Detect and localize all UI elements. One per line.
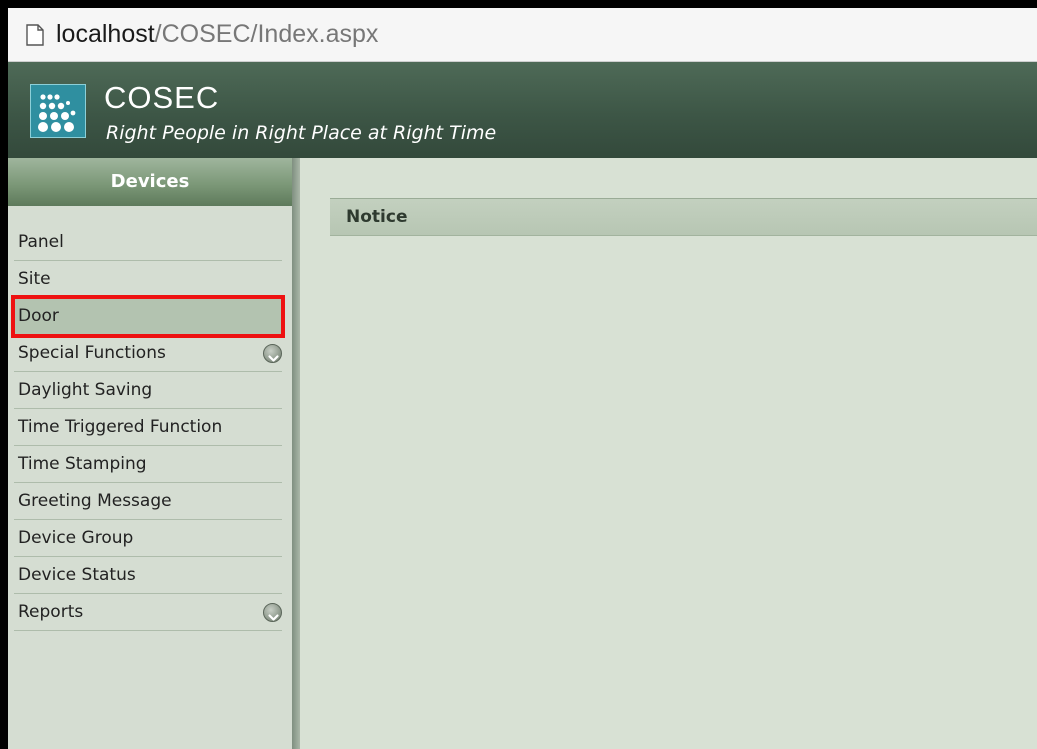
- sidebar-item-daylight-saving[interactable]: Daylight Saving: [14, 372, 282, 409]
- sidebar-item-time-stamping[interactable]: Time Stamping: [14, 446, 282, 483]
- sidebar-item-label: Device Status: [18, 565, 136, 585]
- sidebar-item-label: Time Stamping: [18, 454, 147, 474]
- chevron-down-icon[interactable]: [263, 603, 282, 622]
- sidebar-item-time-triggered-function[interactable]: Time Triggered Function: [14, 409, 282, 446]
- sidebar-item-label: Reports: [18, 602, 84, 622]
- sidebar-item-panel[interactable]: Panel: [14, 224, 282, 261]
- sidebar-nav: Panel Site Door Special Functions Daylig…: [8, 224, 292, 631]
- main-content: Notice: [300, 158, 1037, 749]
- sidebar-item-label: Device Group: [18, 528, 134, 548]
- sidebar-splitter[interactable]: [292, 158, 300, 749]
- dots-logo-icon: [30, 84, 86, 138]
- notice-header: Notice: [330, 198, 1037, 236]
- sidebar-item-greeting-message[interactable]: Greeting Message: [14, 483, 282, 520]
- url-host: localhost: [56, 20, 155, 48]
- sidebar: Devices Panel Site Door Special Function…: [8, 158, 292, 749]
- sidebar-item-label: Special Functions: [18, 343, 166, 363]
- sidebar-item-device-status[interactable]: Device Status: [14, 557, 282, 594]
- url-path: /COSEC/Index.aspx: [154, 20, 379, 48]
- sidebar-item-device-group[interactable]: Device Group: [14, 520, 282, 557]
- app-tagline: Right People in Right Place at Right Tim…: [106, 122, 497, 144]
- sidebar-item-label: Daylight Saving: [18, 380, 153, 400]
- app-title: COSEC: [104, 80, 220, 115]
- app-header: COSEC Right People in Right Place at Rig…: [8, 62, 1037, 158]
- sidebar-item-label: Panel: [18, 232, 64, 252]
- sidebar-item-label: Door: [18, 306, 59, 326]
- sidebar-item-label: Time Triggered Function: [18, 417, 223, 437]
- url-text[interactable]: localhost/COSEC/Index.aspx: [56, 20, 378, 49]
- sidebar-item-site[interactable]: Site: [14, 261, 282, 298]
- sidebar-item-label: Site: [18, 269, 51, 289]
- browser-address-bar[interactable]: localhost/COSEC/Index.aspx: [8, 8, 1037, 62]
- sidebar-title: Devices: [8, 158, 292, 206]
- sidebar-item-door[interactable]: Door: [11, 295, 285, 338]
- sidebar-item-label: Greeting Message: [18, 491, 172, 511]
- sidebar-item-special-functions[interactable]: Special Functions: [14, 335, 282, 372]
- sidebar-item-reports[interactable]: Reports: [14, 594, 282, 631]
- chevron-down-icon[interactable]: [263, 344, 282, 363]
- page-icon: [26, 23, 44, 46]
